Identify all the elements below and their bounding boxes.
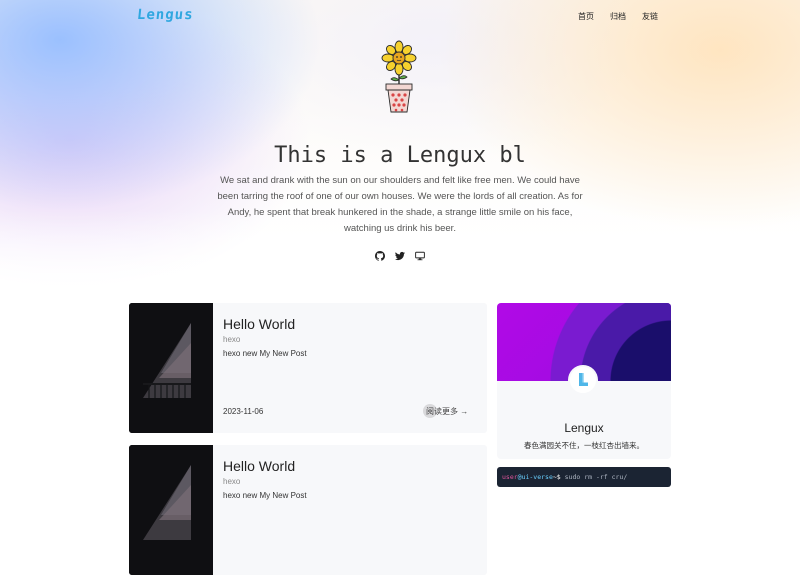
terminal-line: user@ui-verse~$ sudo rm -rf cru/ — [502, 473, 627, 481]
twitter-icon[interactable] — [393, 249, 407, 263]
read-more-link[interactable]: 阅读更多 → — [422, 404, 469, 419]
monitor-icon[interactable] — [413, 249, 427, 263]
github-icon[interactable] — [373, 249, 387, 263]
hero-title: This is a Lengux bl — [274, 143, 526, 168]
avatar[interactable] — [570, 367, 596, 393]
flower-pot-illustration — [378, 40, 420, 114]
nav-friends-link[interactable]: 友链 — [642, 11, 658, 22]
post-thumbnail[interactable] — [129, 303, 213, 433]
terminal-widget: user@ui-verse~$ sudo rm -rf cru/ — [497, 467, 671, 487]
post-date: 2023-11-06 — [223, 407, 264, 416]
post-category[interactable]: hexo — [223, 477, 240, 486]
post-card[interactable]: Hello World hexo hexo new My New Post 20… — [129, 303, 487, 433]
site-logo[interactable]: Lengus — [136, 7, 194, 23]
top-navbar: Lengus 首页 归档 友链 — [0, 0, 800, 34]
post-card[interactable]: Hello World hexo hexo new My New Post — [129, 445, 487, 575]
post-category[interactable]: hexo — [223, 335, 240, 344]
hero-subtitle: We sat and drank with the sun on our sho… — [217, 175, 583, 234]
post-thumbnail[interactable] — [129, 445, 213, 575]
post-excerpt: hexo new My New Post — [223, 491, 307, 500]
profile-name: Lengux — [564, 421, 604, 435]
profile-motto: 春色满园关不住，一枝红杏出墙来。 — [524, 441, 644, 450]
nav-home-link[interactable]: 首页 — [578, 11, 594, 22]
terminal-host: @ui-verse — [517, 473, 553, 481]
nav-archive-link[interactable]: 归档 — [610, 11, 626, 22]
post-title[interactable]: Hello World — [223, 316, 295, 332]
post-excerpt: hexo new My New Post — [223, 349, 307, 358]
profile-card: Lengux 春色满园关不住，一枝红杏出墙来。 — [497, 303, 671, 459]
terminal-prompt: ~$ — [552, 473, 561, 481]
terminal-user: user — [502, 473, 518, 481]
post-title[interactable]: Hello World — [223, 458, 295, 474]
terminal-command: sudo rm -rf cru/ — [560, 473, 628, 481]
read-more-label: 阅读更多 → — [426, 407, 469, 416]
